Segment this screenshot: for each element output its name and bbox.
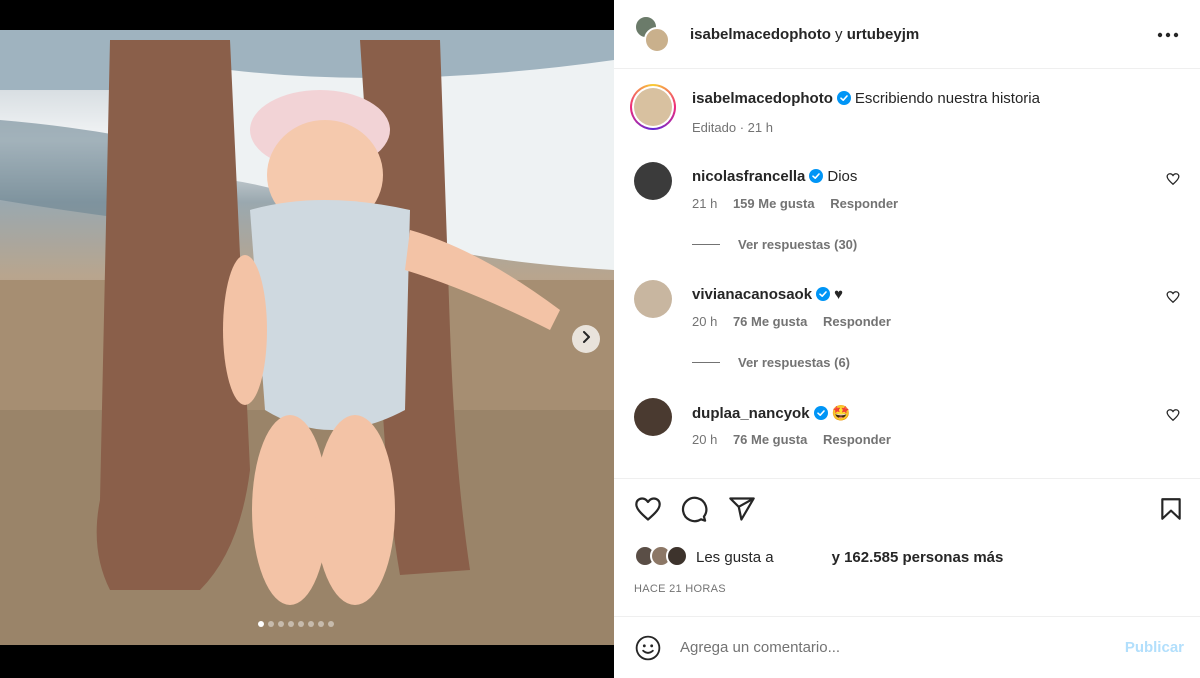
more-options-button[interactable] — [1156, 22, 1180, 46]
verified-icon — [816, 287, 831, 305]
author-link[interactable]: isabelmacedophoto — [690, 26, 831, 43]
author-story-avatar[interactable] — [630, 84, 676, 130]
verified-icon — [836, 91, 851, 109]
reply-button[interactable]: Responder — [830, 196, 898, 211]
reply-button[interactable]: Responder — [823, 432, 891, 447]
bookmark-icon[interactable] — [1158, 495, 1184, 528]
comment-likes[interactable]: 159 Me gusta — [733, 196, 815, 211]
avatar — [666, 545, 688, 567]
carousel-dot — [298, 621, 304, 627]
view-replies-button[interactable]: Ver respuestas (6) — [692, 355, 850, 370]
comment-time: 20 h — [692, 314, 718, 329]
comment-icon[interactable] — [680, 495, 708, 528]
comment: nicolasfrancella Dios 21 h 159 Me gusta R… — [634, 162, 1180, 222]
view-replies-label: Ver respuestas (6) — [738, 355, 851, 370]
avatar[interactable] — [634, 398, 672, 436]
heart-icon[interactable] — [634, 495, 662, 528]
post-time: HACE 21 HORAS — [634, 583, 726, 595]
post-actions: Les gusta a y 162.585 personas más HACE … — [614, 478, 1200, 638]
comment: vivianacanosaok ♥ 20 h 76 Me gusta Respon… — [634, 280, 1180, 340]
heart-icon[interactable] — [1166, 408, 1180, 427]
post-authors: isabelmacedophoto y urtubeyjm — [690, 26, 919, 43]
comment: duplaa_nancyok 🤩 20 h 76 Me gusta Respond… — [634, 398, 1180, 458]
carousel-dot — [288, 621, 294, 627]
carousel-indicator — [258, 621, 334, 627]
share-icon[interactable] — [728, 495, 756, 528]
more-icon — [1157, 25, 1179, 43]
post-photo[interactable] — [0, 30, 614, 645]
authors-connector: y — [830, 25, 847, 43]
carousel-dot — [318, 621, 324, 627]
post-comment-button[interactable]: Publicar — [1125, 639, 1184, 656]
post-window: isabelmacedophoto y urtubeyjm isabelmace… — [0, 0, 1200, 678]
comment-text: Dios — [827, 168, 858, 185]
comment-username[interactable]: nicolasfrancella — [692, 168, 805, 185]
view-replies-button[interactable]: Ver respuestas (30) — [692, 237, 857, 252]
carousel-dot — [258, 621, 264, 627]
chevron-right-icon — [580, 330, 592, 348]
avatar[interactable] — [634, 280, 672, 318]
caption-text: Escribiendo nuestra historia — [854, 90, 1040, 107]
reply-button[interactable]: Responder — [823, 314, 891, 329]
verified-icon — [813, 406, 828, 424]
comment-time: 20 h — [692, 432, 718, 447]
photo-illustration — [0, 30, 614, 645]
avatar[interactable] — [634, 162, 672, 200]
coauthor-link[interactable]: urtubeyjm — [847, 26, 920, 43]
carousel-dot — [268, 621, 274, 627]
comment-time: 21 h — [692, 196, 718, 211]
comment-text: ♥ — [834, 286, 843, 303]
collab-avatars[interactable] — [634, 15, 670, 53]
comment-likes[interactable]: 76 Me gusta — [733, 432, 807, 447]
comment-text: 🤩 — [831, 405, 851, 422]
post-details-panel: isabelmacedophoto y urtubeyjm isabelmace… — [614, 0, 1200, 678]
heart-icon[interactable] — [1166, 172, 1180, 191]
comment-username[interactable]: vivianacanosaok — [692, 286, 812, 303]
comment-likes[interactable]: 76 Me gusta — [733, 314, 807, 329]
action-icons — [634, 495, 1184, 525]
liker-avatars — [634, 545, 696, 569]
verified-icon — [809, 169, 824, 187]
carousel-dot — [278, 621, 284, 627]
heart-icon[interactable] — [1166, 290, 1180, 309]
comment-input[interactable] — [680, 639, 1125, 656]
add-comment-bar: Publicar — [614, 616, 1200, 678]
carousel-dot — [308, 621, 314, 627]
next-slide-button[interactable] — [572, 325, 600, 353]
caption-username[interactable]: isabelmacedophoto — [692, 90, 833, 107]
comments-section[interactable]: isabelmacedophoto Escribiendo nuestra his… — [614, 70, 1200, 478]
avatar — [644, 27, 670, 53]
emoji-icon[interactable] — [634, 634, 662, 662]
post-header: isabelmacedophoto y urtubeyjm — [614, 0, 1200, 69]
likes-summary[interactable]: Les gusta a y 162.585 personas más — [634, 545, 1003, 569]
comment-username[interactable]: duplaa_nancyok — [692, 405, 810, 422]
carousel-dot — [328, 621, 334, 627]
post-media — [0, 0, 614, 678]
likes-prefix: Les gusta a — [696, 548, 774, 566]
view-replies-label: Ver respuestas (30) — [738, 237, 858, 252]
likes-count[interactable]: y 162.585 personas más — [832, 549, 1004, 566]
caption-edited: Editado · 21 h — [692, 120, 773, 135]
